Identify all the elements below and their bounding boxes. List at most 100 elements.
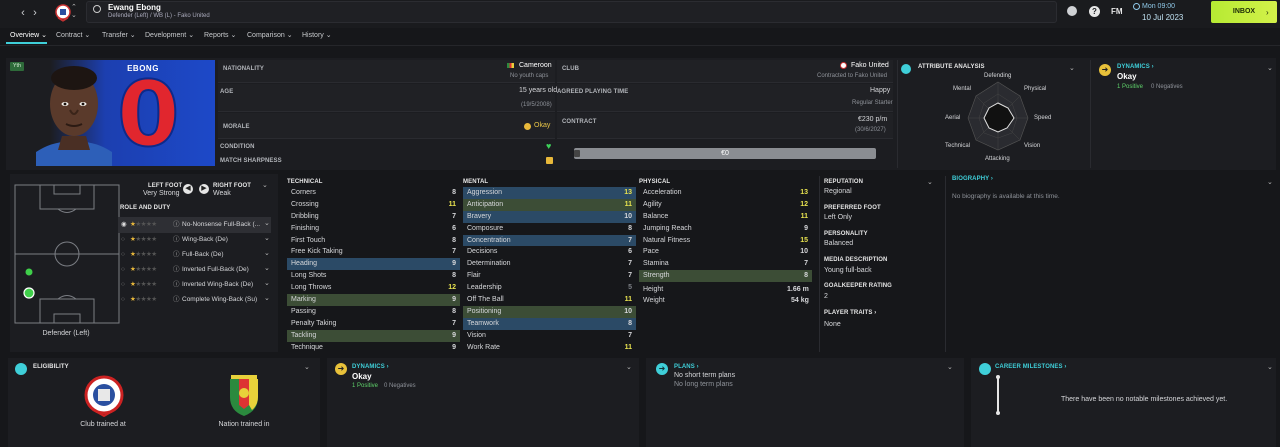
milestones-title[interactable]: CAREER MILESTONES ›	[995, 364, 1066, 370]
tab-history[interactable]: History ⌄	[302, 28, 332, 44]
tab-contract[interactable]: Contract ⌄	[56, 28, 90, 44]
short-term-plans: No short term plans	[674, 372, 736, 379]
attribute-name: Technique	[291, 343, 323, 351]
chevron-down-icon[interactable]: ⌄	[262, 181, 268, 189]
attribute-name: Leadership	[467, 284, 502, 292]
attribute-value: 8	[452, 272, 456, 280]
chevron-down-icon[interactable]: ⌄	[264, 234, 270, 242]
attribute-row[interactable]: Work Rate 11	[463, 342, 636, 354]
chevron-updown-icon[interactable]: ⌃ ⌄	[71, 4, 77, 20]
attribute-row[interactable]: Finishing 6	[287, 223, 460, 235]
attribute-row[interactable]: Acceleration 13	[639, 187, 812, 199]
attribute-row[interactable]: Teamwork 8	[463, 317, 636, 330]
chevron-down-icon[interactable]: ⌄	[947, 363, 953, 371]
role-row[interactable]: ○ ★★★★★ ⓘ Full-Back (De)	[118, 247, 271, 263]
search-icon[interactable]	[93, 5, 101, 13]
milestones-icon	[979, 363, 991, 375]
biography-title[interactable]: BIOGRAPHY ›	[952, 176, 993, 182]
chevron-down-icon[interactable]: ⌄	[927, 178, 933, 186]
attribute-row[interactable]: Corners 8	[287, 187, 460, 199]
player-traits-label[interactable]: PLAYER TRAITS ›	[824, 310, 876, 316]
attribute-row[interactable]: Passing 8	[287, 306, 460, 318]
attribute-row[interactable]: Composure 8	[463, 223, 636, 235]
role-row[interactable]: ○ ★★★★★ ⓘ Complete Wing-Back (Su)	[118, 292, 271, 308]
chevron-down-icon[interactable]: ⌄	[1267, 178, 1273, 186]
contract-status: Contracted to Fako United	[817, 73, 888, 79]
attribute-row[interactable]: Strength 8	[639, 270, 812, 283]
chevron-down-icon[interactable]: ⌄	[264, 294, 270, 302]
attribute-row[interactable]: Long Shots 8	[287, 270, 460, 282]
role-row[interactable]: ◉ ★★★★★ ⓘ No-Nonsense Full-Back (...	[118, 217, 271, 233]
value-text: €0	[721, 150, 729, 157]
attribute-row[interactable]: Leadership 5	[463, 282, 636, 294]
chevron-down-icon[interactable]: ⌄	[304, 363, 310, 371]
role-row[interactable]: ○ ★★★★★ ⓘ Wing-Back (De)	[118, 232, 271, 248]
attribute-row[interactable]: Technique 9	[287, 342, 460, 354]
chevron-down-icon[interactable]: ⌄	[264, 249, 270, 257]
attribute-row[interactable]: Determination 7	[463, 258, 636, 270]
attribute-value: 13	[800, 189, 808, 196]
attribute-row[interactable]: Long Throws 12	[287, 282, 460, 294]
wage-value: €230 p/m	[858, 116, 888, 123]
attribute-row[interactable]: Tackling 9	[287, 329, 460, 342]
attribute-row[interactable]: Penalty Taking 7	[287, 318, 460, 330]
chevron-down-icon[interactable]: ⌄	[1267, 64, 1273, 72]
help-icon[interactable]: ?	[1089, 6, 1100, 17]
club-value[interactable]: Fako United	[851, 62, 889, 69]
dynamics-title[interactable]: DYNAMICS ›	[1117, 64, 1154, 70]
attribute-row[interactable]: Pace 10	[639, 246, 812, 258]
tab-development[interactable]: Development ⌄	[145, 28, 194, 44]
tab-transfer[interactable]: Transfer ⌄	[102, 28, 136, 44]
tab-reports[interactable]: Reports ⌄	[204, 28, 236, 44]
attribute-row[interactable]: First Touch 8	[287, 235, 460, 247]
tab-comparison[interactable]: Comparison ⌄	[247, 28, 293, 44]
tab-overview[interactable]: Overview ⌄	[6, 28, 47, 44]
attribute-row[interactable]: Agility 12	[639, 199, 812, 211]
attribute-row[interactable]: Crossing 11	[287, 199, 460, 211]
role-row[interactable]: ○ ★★★★★ ⓘ Inverted Wing-Back (De)	[118, 277, 271, 293]
nationality-value[interactable]: Cameroon	[519, 62, 552, 69]
age-label: AGE	[220, 89, 234, 95]
attribute-row[interactable]: Anticipation 11	[463, 198, 636, 211]
club-crest-icon[interactable]	[55, 4, 71, 22]
attribute-row[interactable]: Heading 9	[287, 258, 460, 271]
attribute-row[interactable]: Bravery 10	[463, 210, 636, 223]
club-crest-icon[interactable]	[84, 375, 124, 417]
attribute-row[interactable]: Aggression 13	[463, 187, 636, 199]
football-icon[interactable]	[1067, 6, 1077, 16]
club-label: CLUB	[562, 66, 580, 72]
attribute-row[interactable]: Marking 9	[287, 294, 460, 306]
role-row[interactable]: ○ ★★★★★ ⓘ Inverted Full-Back (De)	[118, 262, 271, 278]
plans-title[interactable]: PLANS ›	[674, 364, 699, 370]
attribute-value: 11	[624, 200, 632, 208]
attribute-row[interactable]: Decisions 6	[463, 246, 636, 258]
nation-crest-icon[interactable]	[228, 375, 260, 417]
chevron-down-icon[interactable]: ⌄	[264, 279, 270, 287]
chevron-down-icon[interactable]: ⌄	[264, 219, 270, 227]
attribute-name: Agility	[643, 200, 662, 208]
attribute-row[interactable]: Stamina 7	[639, 258, 812, 270]
attribute-row[interactable]: Free Kick Taking 7	[287, 246, 460, 258]
attribute-row[interactable]: Positioning 10	[463, 305, 636, 318]
attribute-row[interactable]: Balance 11	[639, 211, 812, 223]
fm-menu-button[interactable]: FM	[1111, 7, 1123, 16]
attribute-row[interactable]: Dribbling 7	[287, 211, 460, 223]
dynamics-bottom-title[interactable]: DYNAMICS ›	[352, 364, 389, 370]
chevron-down-icon[interactable]: ⌄	[1267, 363, 1273, 371]
right-foot-value: Weak	[213, 190, 231, 197]
search-bar[interactable]	[86, 1, 1057, 23]
chevron-down-icon[interactable]: ⌄	[626, 363, 632, 371]
attribute-row[interactable]: Natural Fitness 15	[639, 235, 812, 247]
attribute-value: 8	[628, 319, 632, 327]
attribute-row[interactable]: Off The Ball 11	[463, 294, 636, 306]
chevron-down-icon[interactable]: ⌄	[1069, 64, 1075, 72]
playing-time-label: AGREED PLAYING TIME	[557, 89, 629, 95]
chevron-down-icon[interactable]: ⌄	[264, 264, 270, 272]
attribute-value: 11	[448, 200, 456, 208]
attribute-row[interactable]: Concentration 7	[463, 234, 636, 247]
attribute-row[interactable]: Vision 7	[463, 330, 636, 342]
attribute-row[interactable]: Jumping Reach 9	[639, 223, 812, 235]
forward-icon[interactable]: ›	[28, 6, 42, 20]
morale-value[interactable]: Okay	[534, 122, 550, 129]
attribute-row[interactable]: Flair 7	[463, 270, 636, 282]
